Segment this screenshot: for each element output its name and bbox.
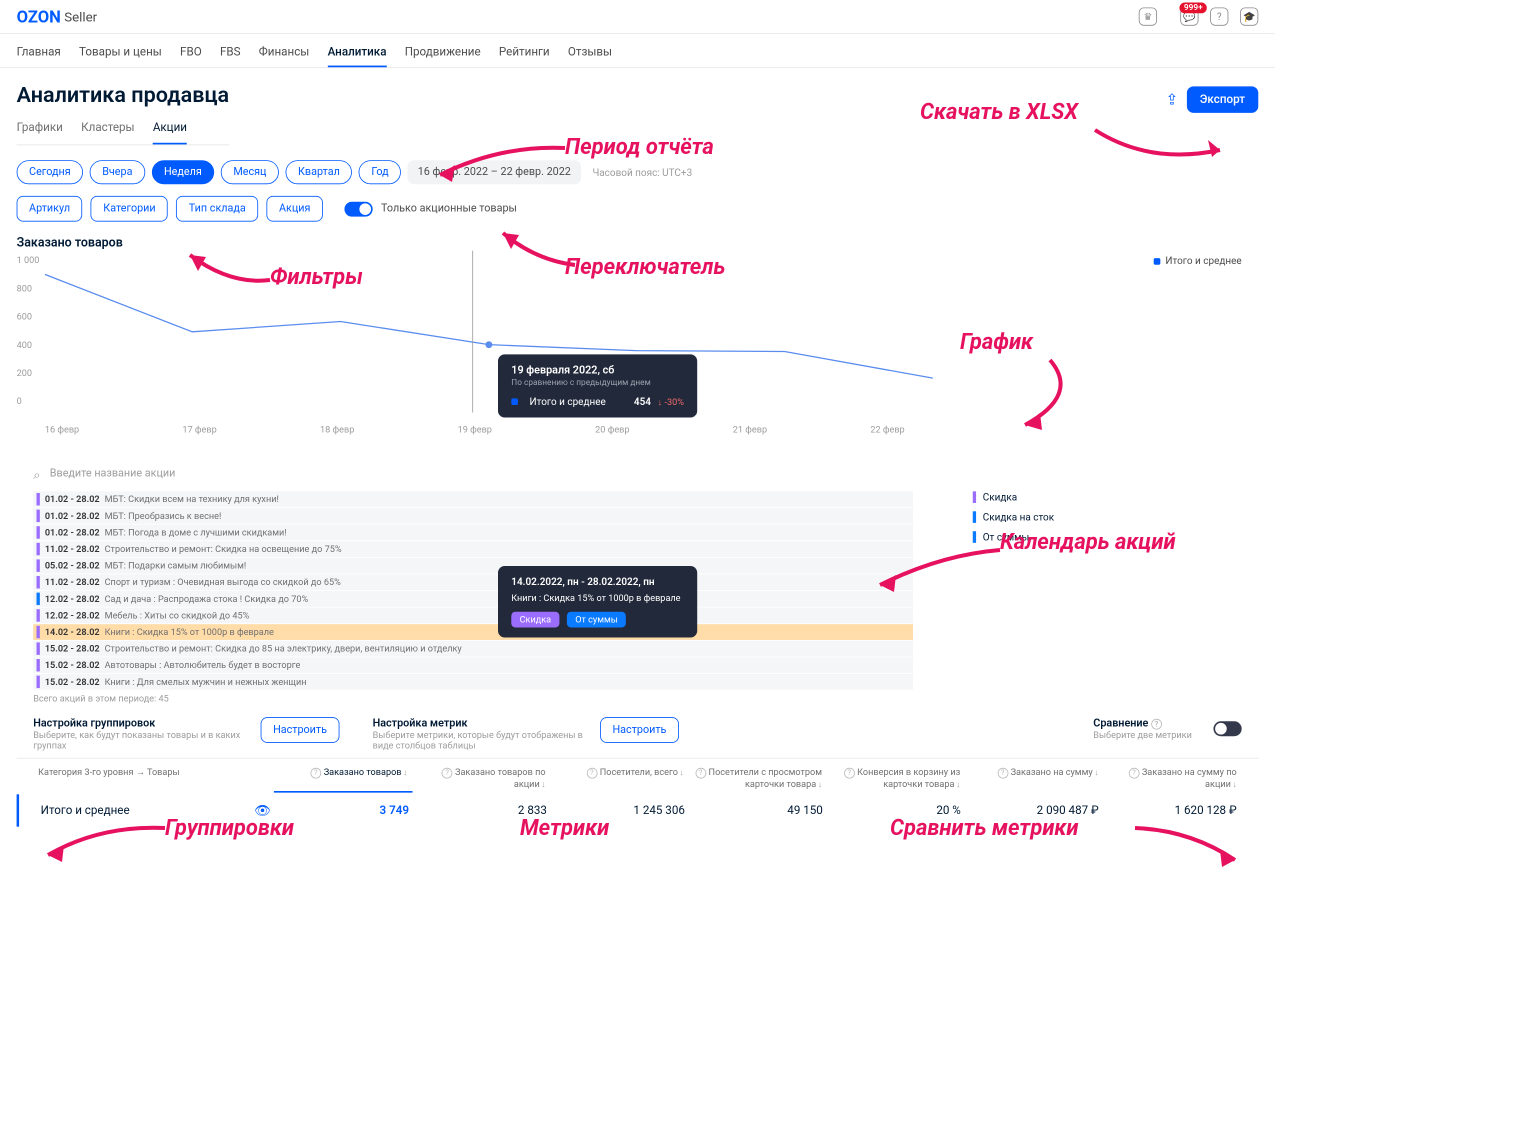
compare-sub: Выберите две метрики [1093, 730, 1192, 741]
promo-only-toggle[interactable] [344, 201, 372, 216]
gantt-row[interactable]: 01.02 - 28.02МБТ: Преобразись к весне! [33, 508, 913, 524]
period-yesterday[interactable]: Вчера [90, 160, 145, 184]
logo: OZON [17, 7, 61, 27]
metrics-title: Настройка метрик [373, 717, 589, 729]
main-nav: Главная Товары и цены FBO FBS Финансы Ан… [0, 34, 1275, 68]
th-visitors-card[interactable]: ?Посетители с просмотром карточки товара… [689, 764, 827, 793]
period-year[interactable]: Год [359, 160, 401, 184]
th-sum[interactable]: ?Заказано на сумму↓ [965, 764, 1103, 793]
metrics-sub: Выберите метрики, которые будут отображе… [373, 730, 589, 752]
chart-svg [45, 255, 933, 421]
export-button[interactable]: Экспорт [1186, 86, 1258, 113]
period-row: Сегодня Вчера Неделя Месяц Квартал Год 1… [17, 160, 1259, 184]
help-icon[interactable]: ? [1210, 7, 1228, 25]
th-sum-promo[interactable]: ?Заказано на сумму по акции↓ [1103, 764, 1241, 793]
compare-toggle[interactable] [1213, 721, 1241, 736]
grouping-title: Настройка группировок [33, 717, 249, 729]
th-ordered[interactable]: ?Заказано товаров↓ [274, 764, 412, 793]
nav-promo[interactable]: Продвижение [405, 39, 481, 67]
nav-fbo[interactable]: FBO [180, 39, 202, 67]
cell-sum: 2 090 487 ₽ [966, 804, 1104, 817]
tab-charts[interactable]: Графики [17, 116, 63, 144]
promo-only-label: Только акционные товары [381, 203, 517, 215]
gantt-row[interactable]: 11.02 - 28.02Спорт и туризм : Очевидная … [33, 574, 913, 590]
filter-promo[interactable]: Акция [267, 196, 323, 222]
logo-sub: Seller [64, 9, 97, 25]
chart-x-labels: 16 февр17 февр18 февр19 февр20 февр21 фе… [45, 424, 905, 435]
nav-ratings[interactable]: Рейтинги [499, 39, 550, 67]
gantt-row[interactable]: 12.02 - 28.02Мебель : Хиты со скидкой до… [33, 608, 913, 624]
table-row-total[interactable]: Итого и среднее 👁 3 749 2 833 1 245 306 4… [17, 794, 1259, 826]
cell-visitors: 1 245 306 [552, 804, 690, 817]
period-today[interactable]: Сегодня [17, 160, 84, 184]
cell-ordered: 3 749 [276, 804, 414, 817]
period-quarter[interactable]: Квартал [286, 160, 353, 184]
nav-reviews[interactable]: Отзывы [568, 39, 612, 67]
tab-promotions[interactable]: Акции [153, 116, 187, 144]
chart-cursor-line [472, 251, 473, 413]
timezone-label: Часовой пояс: UTC+3 [592, 166, 692, 178]
chart-legend: Итого и среднее [1154, 255, 1242, 267]
table-header: Категория 3-го уровня → Товары ?Заказано… [17, 758, 1259, 795]
cell-conversion: 20 % [828, 804, 966, 817]
academy-icon[interactable]: 🎓 [1240, 7, 1258, 25]
gantt-row[interactable]: 15.02 - 28.02Автотовары : Автолюбитель б… [33, 657, 913, 673]
gantt-row[interactable]: 15.02 - 28.02Книги : Для смелых мужчин и… [33, 674, 913, 690]
gantt-row[interactable]: 14.02 - 28.02Книги : Скидка 15% от 1000р… [33, 624, 913, 640]
filter-stock-type[interactable]: Тип склада [176, 196, 258, 222]
chart-tooltip: 19 февраля 2022, сб По сравнению с преды… [498, 354, 697, 417]
nav-finance[interactable]: Финансы [259, 39, 310, 67]
th-visitors[interactable]: ?Посетители, всего↓ [551, 764, 689, 793]
metrics-setup-button[interactable]: Настроить [600, 717, 679, 743]
th-conversion[interactable]: ?Конверсия в корзину из карточки товара↓ [827, 764, 965, 793]
cell-sum-promo: 1 620 128 ₽ [1104, 804, 1242, 817]
nav-fbs[interactable]: FBS [220, 39, 241, 67]
gantt-row[interactable]: 15.02 - 28.02Строительство и ремонт: Ски… [33, 641, 913, 657]
gantt-row[interactable]: 01.02 - 28.02МБТ: Погода в доме с лучшим… [33, 525, 913, 541]
eye-icon[interactable]: 👁 [254, 803, 271, 819]
cell-ordered-promo: 2 833 [414, 804, 552, 817]
row-label: Итого и среднее [41, 804, 130, 817]
tab-clusters[interactable]: Кластеры [81, 116, 134, 144]
filter-categories[interactable]: Категории [91, 196, 168, 222]
chart: Итого и среднее 1 000 800 600 400 200 0 … [17, 255, 1259, 446]
date-range[interactable]: 16 февр. 2022 – 22 февр. 2022 [408, 160, 581, 184]
grouping-sub: Выберите, как будут показаны товары и в … [33, 730, 249, 752]
compare-title: Сравнение ? [1093, 717, 1192, 729]
share-icon[interactable]: ⇪ [1166, 91, 1179, 108]
crown-icon[interactable]: ♛ [1139, 7, 1157, 25]
chart-title: Заказано товаров [17, 235, 1259, 250]
gantt-total: Всего акций в этом периоде: 45 [33, 693, 1258, 704]
gantt-row[interactable]: 11.02 - 28.02Строительство и ремонт: Ски… [33, 541, 913, 557]
gantt-tooltip: 14.02.2022, пн - 28.02.2022, пн Книги : … [498, 566, 697, 637]
promo-search-input[interactable]: Введите название акции [17, 461, 1259, 487]
nav-main[interactable]: Главная [17, 39, 61, 67]
nav-analytics[interactable]: Аналитика [328, 39, 387, 67]
filter-sku[interactable]: Артикул [17, 196, 83, 222]
notification-badge: 999+ [1180, 2, 1207, 13]
subtabs: Графики Кластеры Акции [17, 116, 230, 145]
period-month[interactable]: Месяц [221, 160, 279, 184]
topbar: OZON Seller ♛ 💬 999+ ? 🎓 [0, 0, 1275, 34]
gantt-row[interactable]: 01.02 - 28.02МБТ: Скидки всем на технику… [33, 491, 913, 507]
grouping-setup-button[interactable]: Настроить [261, 717, 340, 743]
cell-visitors-card: 49 150 [690, 804, 828, 817]
settings-row: Настройка группировок Выберите, как буду… [17, 717, 1259, 751]
gantt-row[interactable]: 05.02 - 28.02МБТ: Подарки самым любимым! [33, 558, 913, 574]
notifications-icon[interactable]: 💬 999+ [1169, 7, 1199, 25]
nav-products[interactable]: Товары и цены [79, 39, 162, 67]
page-title: Аналитика продавца [17, 83, 230, 108]
gantt-legend: Скидка Скидка на сток От суммы [973, 491, 1054, 551]
period-week[interactable]: Неделя [152, 160, 215, 184]
filter-row: Артикул Категории Тип склада Акция Тольк… [17, 196, 1259, 222]
gantt-row[interactable]: 12.02 - 28.02Сад и дача : Распродажа сто… [33, 591, 913, 607]
th-category[interactable]: Категория 3-го уровня → Товары [33, 764, 274, 793]
th-ordered-promo[interactable]: ?Заказано товаров по акции↓ [412, 764, 550, 793]
promo-calendar: Скидка Скидка на сток От суммы 01.02 - 2… [33, 491, 913, 689]
